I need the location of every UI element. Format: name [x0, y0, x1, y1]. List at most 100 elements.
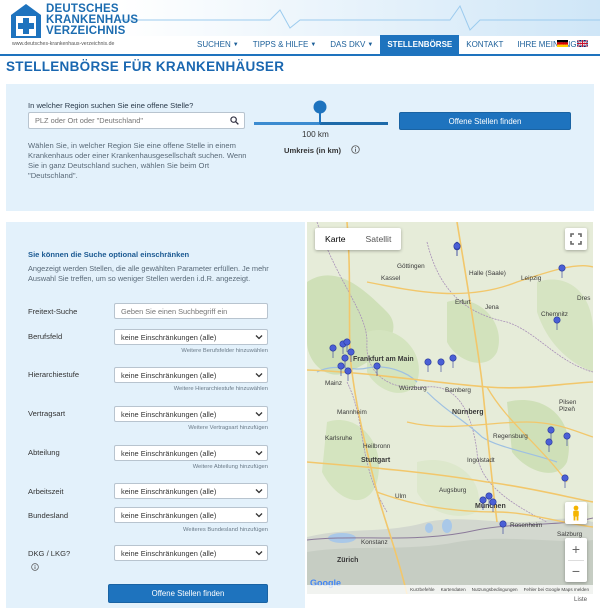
map-type-satellit[interactable]: Satellit: [356, 228, 402, 250]
logo-url: www.deutsches-krankenhaus-verzeichnis.de: [12, 41, 115, 47]
select-value: keine Einschränkungen (alle): [121, 548, 217, 558]
city-zuerich: Zürich: [337, 557, 358, 564]
freetext-label: Freitext-Suche: [28, 307, 78, 316]
city-rosenheim: Rosenheim: [510, 522, 542, 529]
uk-flag-icon[interactable]: [577, 40, 588, 47]
nav-label: STELLENBÖRSE: [387, 40, 453, 49]
city-mannheim: Mannheim: [337, 409, 367, 416]
select-value: keine Einschränkungen (alle): [121, 510, 217, 520]
fullscreen-button[interactable]: [565, 228, 587, 250]
logo-wordmark[interactable]: DEUTSCHES KRANKENHAUS VERZEICHNIS: [46, 3, 138, 37]
list-view-link[interactable]: Liste: [574, 596, 587, 603]
chevron-down-icon: [255, 513, 263, 518]
nav-ihre-meinung[interactable]: IHRE MEINUNG: [510, 35, 583, 54]
nav-label: DAS DKV: [330, 40, 366, 49]
filter-title: Sie können die Suche optional einschränk…: [28, 250, 190, 259]
berufsfeld-more-link[interactable]: Weitere Berufsfelder hinzuwählen: [114, 348, 268, 354]
fullscreen-icon: [570, 233, 582, 245]
city-kassel: Kassel: [381, 275, 400, 282]
zoom-control: + −: [565, 538, 587, 582]
find-jobs-filter-button[interactable]: Offene Stellen finden: [108, 584, 268, 603]
nav-kontakt[interactable]: KONTAKT: [459, 35, 510, 54]
map-canvas[interactable]: Göttingen Halle (Saale) Leipzig Kassel E…: [307, 222, 593, 594]
german-flag-icon[interactable]: [557, 40, 568, 47]
search-icon[interactable]: [230, 116, 239, 125]
freetext-input[interactable]: Geben Sie einen Suchbegriff ein: [114, 303, 268, 319]
site-header: DEUTSCHES KRANKENHAUS VERZEICHNIS www.de…: [0, 0, 600, 56]
city-stuttgart: Stuttgart: [361, 457, 391, 464]
chevron-down-icon: [255, 373, 263, 378]
radius-slider-fill: [254, 122, 320, 125]
filter-panel: Sie können die Suche optional einschränk…: [6, 222, 305, 608]
berufsfeld-select[interactable]: keine Einschränkungen (alle): [114, 329, 268, 345]
radius-slider-handle[interactable]: [312, 100, 328, 124]
map-report-link[interactable]: Fehler bei Google Maps melden: [524, 587, 589, 592]
map-type-toggle: Karte Satellit: [315, 228, 402, 250]
map-shortcuts-link[interactable]: Kurzbefehle: [410, 587, 435, 592]
city-goettingen: Göttingen: [397, 263, 425, 270]
radius-value: 100 km: [302, 130, 329, 139]
city-heilbronn: Heilbronn: [363, 443, 391, 450]
city-nuernberg: Nürnberg: [452, 409, 484, 416]
city-plzen: Plzeň: [559, 406, 575, 413]
pegman-icon: [573, 505, 579, 521]
select-value: keine Einschränkungen (alle): [121, 409, 217, 419]
nav-stellenboerse[interactable]: STELLENBÖRSE: [380, 35, 460, 54]
filter-description: Angezeigt werden Stellen, die alle gewäh…: [28, 264, 269, 283]
chevron-down-icon: [255, 451, 263, 456]
job-map[interactable]: Göttingen Halle (Saale) Leipzig Kassel E…: [307, 222, 593, 594]
bundesland-select[interactable]: keine Einschränkungen (alle): [114, 507, 268, 523]
zoom-out-button[interactable]: −: [565, 561, 587, 583]
arbeitszeit-label: Arbeitszeit: [28, 487, 64, 496]
dkg-lkg-select[interactable]: keine Einschränkungen (alle): [114, 545, 268, 561]
nav-tipps-hilfe[interactable]: TIPPS & HILFE ▼: [246, 35, 324, 54]
region-help-text: Wählen Sie, in welcher Region Sie eine o…: [28, 141, 247, 180]
hierarchiestufe-select[interactable]: keine Einschränkungen (alle): [114, 367, 268, 383]
main-nav: SUCHEN ▼ TIPPS & HILFE ▼ DAS DKV ▼ STELLENB…: [190, 35, 584, 54]
city-frankfurt: Frankfurt am Main: [353, 356, 414, 363]
chevron-down-icon: ▼: [310, 41, 317, 48]
hospital-cross-logo-icon[interactable]: [10, 3, 42, 39]
nav-label: KONTAKT: [466, 40, 504, 49]
city-karlsruhe: Karlsruhe: [325, 435, 353, 442]
abteilung-more-link[interactable]: Weitere Abteilung hinzufügen: [114, 464, 268, 470]
vertragsart-select[interactable]: keine Einschränkungen (alle): [114, 406, 268, 422]
bundesland-more-link[interactable]: Weiteres Bundesland hinzufügen: [114, 527, 268, 533]
city-dres: Dres: [577, 295, 591, 302]
map-type-karte[interactable]: Karte: [315, 228, 356, 250]
hierarchiestufe-more-link[interactable]: Weitere Hierarchiestufe hinzuwählen: [114, 386, 268, 392]
chevron-down-icon: [255, 412, 263, 417]
arbeitszeit-select[interactable]: keine Einschränkungen (alle): [114, 483, 268, 499]
berufsfeld-label: Berufsfeld: [28, 332, 63, 341]
city-bamberg: Bamberg: [445, 387, 471, 394]
region-search-input[interactable]: [29, 113, 219, 128]
nav-das-dkv[interactable]: DAS DKV ▼: [323, 35, 380, 54]
street-view-button[interactable]: [565, 502, 587, 524]
info-icon[interactable]: [351, 145, 360, 154]
nav-label: SUCHEN: [197, 40, 231, 49]
city-ingolstadt: Ingolstadt: [467, 457, 495, 464]
city-salzburg: Salzburg: [557, 531, 583, 538]
nav-suchen[interactable]: SUCHEN ▼: [190, 35, 246, 54]
dkg-lkg-label: DKG / LKG?: [28, 549, 71, 558]
region-search-field[interactable]: [28, 112, 245, 129]
freetext-placeholder: Geben Sie einen Suchbegriff ein: [121, 306, 228, 316]
select-value: keine Einschränkungen (alle): [121, 448, 217, 458]
city-erfurt: Erfurt: [455, 299, 471, 306]
city-regensburg: Regensburg: [493, 433, 528, 440]
hierarchiestufe-label: Hierarchiestufe: [28, 370, 80, 379]
city-mainz: Mainz: [325, 380, 342, 387]
city-pilsen: Pilsen: [559, 399, 577, 406]
map-terms-link[interactable]: Nutzungsbedingungen: [472, 587, 518, 592]
chevron-down-icon: ▼: [367, 41, 374, 48]
info-icon[interactable]: [31, 563, 39, 571]
chevron-down-icon: [255, 551, 263, 556]
find-jobs-button[interactable]: Offene Stellen finden: [399, 112, 571, 130]
vertragsart-more-link[interactable]: Weitere Vertragsart hinzufügen: [114, 425, 268, 431]
map-data-link[interactable]: Kartendaten: [441, 587, 466, 592]
city-halle: Halle (Saale): [469, 270, 506, 277]
city-leipzig: Leipzig: [521, 275, 542, 282]
zoom-in-button[interactable]: +: [565, 538, 587, 560]
city-augsburg: Augsburg: [439, 487, 467, 494]
abteilung-select[interactable]: keine Einschränkungen (alle): [114, 445, 268, 461]
